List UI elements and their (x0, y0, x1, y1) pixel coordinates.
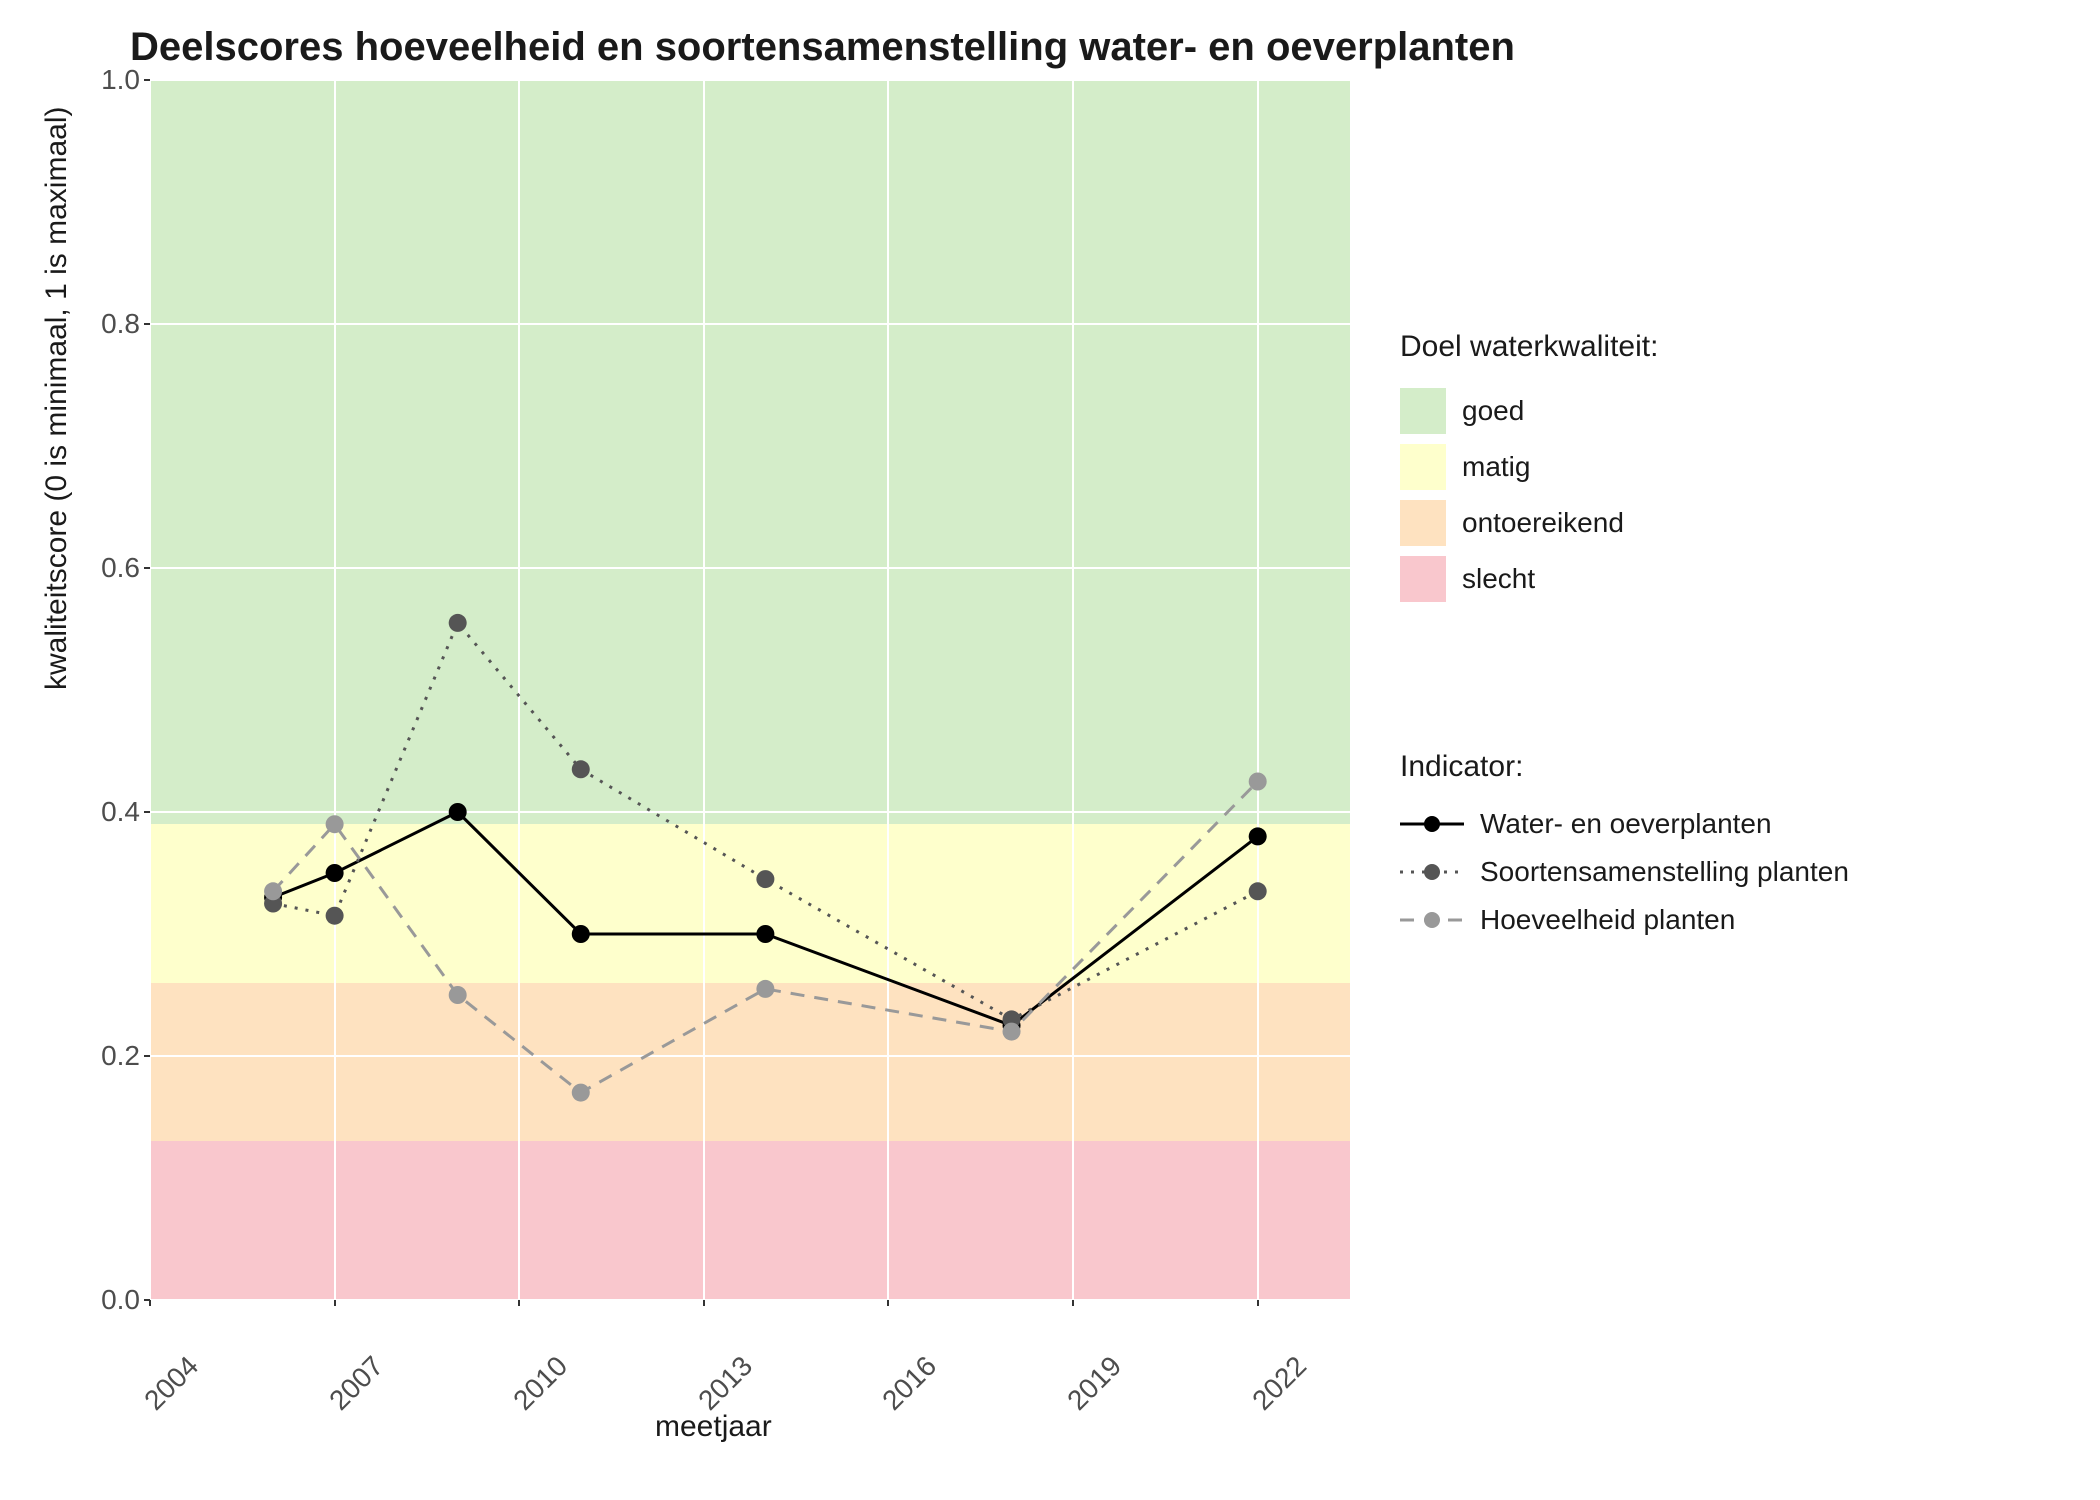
legend-quality-row: slecht (1400, 556, 1658, 602)
y-tick-mark (144, 567, 150, 569)
y-tick-mark (144, 79, 150, 81)
legend-line-sample (1400, 809, 1464, 839)
data-point (572, 1084, 590, 1102)
series-line (273, 623, 1258, 1020)
x-tick-label: 2022 (1246, 1350, 1313, 1417)
legend-indicator: Indicator: Water- en oeverplanten Soorten… (1400, 750, 1849, 952)
x-tick-mark (1072, 1300, 1074, 1306)
data-point (1003, 1023, 1021, 1041)
data-point (326, 864, 344, 882)
y-tick-mark (144, 323, 150, 325)
x-tick-label: 2007 (323, 1350, 390, 1417)
legend-swatch (1400, 444, 1446, 490)
x-tick-mark (703, 1300, 705, 1306)
legend-indicator-row: Soortensamenstelling planten (1400, 856, 1849, 888)
legend-label: slecht (1462, 563, 1535, 595)
legend-indicator-row: Water- en oeverplanten (1400, 808, 1849, 840)
legend-line-sample (1400, 857, 1464, 887)
x-tick-mark (334, 1300, 336, 1306)
legend-quality-title: Doel waterkwaliteit: (1400, 330, 1658, 364)
legend-label: Soortensamenstelling planten (1480, 856, 1849, 888)
legend-quality-row: goed (1400, 388, 1658, 434)
series-lines (150, 80, 1350, 1300)
legend-swatch (1400, 388, 1446, 434)
y-tick-label: 0.8 (90, 308, 140, 340)
x-tick-label: 2016 (877, 1350, 944, 1417)
data-point (572, 760, 590, 778)
y-tick-label: 0.6 (90, 552, 140, 584)
legend-label: ontoereikend (1462, 507, 1624, 539)
data-point (449, 986, 467, 1004)
x-tick-label: 2019 (1061, 1350, 1128, 1417)
x-tick-mark (518, 1300, 520, 1306)
x-tick-mark (887, 1300, 889, 1306)
legend-label: goed (1462, 395, 1524, 427)
x-tick-mark (149, 1300, 151, 1306)
legend-line-sample (1400, 905, 1464, 935)
legend-indicator-title: Indicator: (1400, 750, 1849, 784)
legend-quality-row: ontoereikend (1400, 500, 1658, 546)
data-point (1249, 882, 1267, 900)
legend-indicator-row: Hoeveelheid planten (1400, 904, 1849, 936)
data-point (326, 815, 344, 833)
y-tick-label: 0.4 (90, 796, 140, 828)
data-point (756, 925, 774, 943)
data-point (264, 882, 282, 900)
y-tick-mark (144, 811, 150, 813)
data-point (449, 614, 467, 632)
chart-title: Deelscores hoeveelheid en soortensamenst… (130, 25, 1515, 70)
data-point (756, 980, 774, 998)
data-point (572, 925, 590, 943)
legend-swatch (1400, 500, 1446, 546)
x-tick-label: 2013 (692, 1350, 759, 1417)
legend-swatch (1400, 556, 1446, 602)
legend-label: Hoeveelheid planten (1480, 904, 1735, 936)
data-point (326, 907, 344, 925)
legend-label: matig (1462, 451, 1530, 483)
y-tick-mark (144, 1055, 150, 1057)
x-tick-mark (1257, 1300, 1259, 1306)
y-axis-label: kwaliteitscore (0 is minimaal, 1 is maxi… (40, 107, 74, 690)
y-tick-label: 0.2 (90, 1040, 140, 1072)
plot-area (150, 80, 1350, 1300)
legend-label: Water- en oeverplanten (1480, 808, 1772, 840)
x-tick-label: 2010 (507, 1350, 574, 1417)
y-tick-label: 0.0 (90, 1284, 140, 1316)
data-point (1249, 827, 1267, 845)
y-tick-label: 1.0 (90, 64, 140, 96)
x-tick-label: 2004 (138, 1350, 205, 1417)
legend-quality-row: matig (1400, 444, 1658, 490)
data-point (756, 870, 774, 888)
legend-quality: Doel waterkwaliteit: goed matig ontoereike… (1400, 330, 1658, 612)
data-point (449, 803, 467, 821)
data-point (1249, 773, 1267, 791)
